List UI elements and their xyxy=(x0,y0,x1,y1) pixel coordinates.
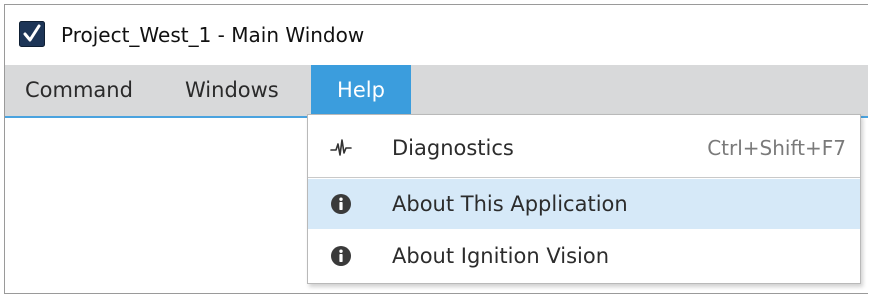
checkmark-app-icon xyxy=(19,21,45,47)
diagnostics-shortcut: Ctrl+Shift+F7 xyxy=(707,136,846,160)
title-bar: Project_West_1 - Main Window xyxy=(5,5,868,65)
menu-separator xyxy=(308,177,860,178)
menu-bar: Command Windows Help xyxy=(5,65,868,118)
about-application-label: About This Application xyxy=(392,192,628,216)
window-title: Project_West_1 - Main Window xyxy=(61,23,365,47)
info-circle-icon xyxy=(330,245,352,267)
menu-item-about-this-application[interactable]: About This Application xyxy=(308,179,860,229)
menu-help[interactable]: Help xyxy=(311,65,411,116)
menu-command[interactable]: Command xyxy=(5,65,165,116)
help-dropdown-menu: Diagnostics Ctrl+Shift+F7 About This App… xyxy=(307,114,861,284)
waveform-icon xyxy=(330,137,352,159)
menu-item-about-ignition-vision[interactable]: About Ignition Vision xyxy=(308,231,860,281)
about-vision-label: About Ignition Vision xyxy=(392,244,610,268)
menu-item-diagnostics[interactable]: Diagnostics Ctrl+Shift+F7 xyxy=(308,123,860,173)
menu-windows[interactable]: Windows xyxy=(165,65,311,116)
diagnostics-label: Diagnostics xyxy=(392,136,514,160)
info-circle-icon xyxy=(330,193,352,215)
